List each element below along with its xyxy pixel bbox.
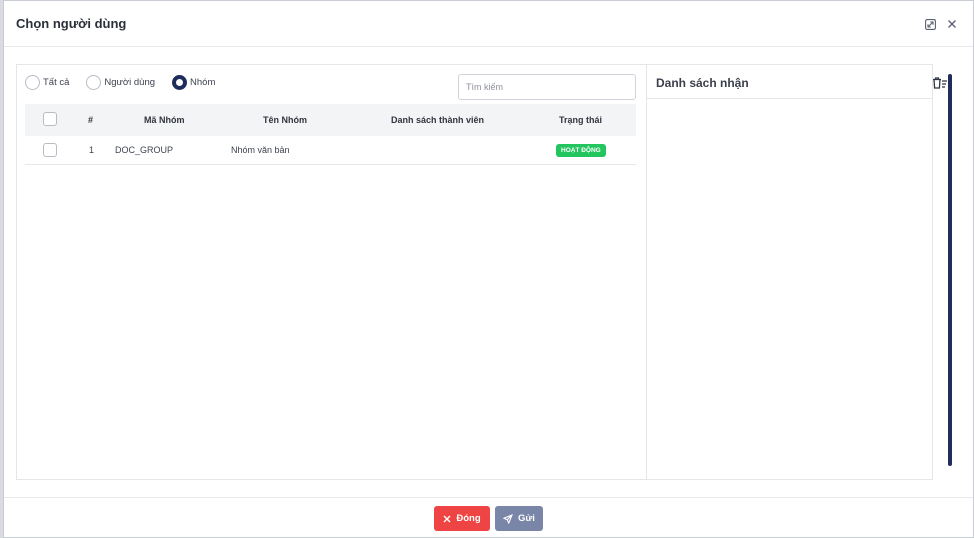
- send-button[interactable]: Gửi: [495, 506, 543, 531]
- column-header-index: #: [88, 115, 94, 125]
- radio-users-circle[interactable]: [86, 74, 102, 90]
- dialog-footer: Đóng Gửi: [4, 497, 973, 537]
- group-table: # Mã Nhóm Tên Nhóm Danh sách thành viên …: [25, 104, 636, 165]
- row-index: 1: [89, 145, 95, 155]
- recipient-list-title: Danh sách nhận: [656, 76, 749, 90]
- radio-groups-label: Nhóm: [190, 76, 216, 88]
- close-button[interactable]: Đóng: [434, 506, 490, 531]
- filter-radio-group: Tất cả Người dùng Nhóm: [25, 74, 232, 90]
- row-checkbox[interactable]: [43, 143, 57, 157]
- table-row[interactable]: 1 DOC_GROUP Nhóm văn bản HOẠT ĐỘNG: [25, 136, 636, 165]
- radio-users-label: Người dùng: [104, 76, 156, 88]
- radio-groups-circle[interactable]: [172, 74, 188, 90]
- radio-all-circle[interactable]: [25, 74, 40, 90]
- column-header-group-code[interactable]: Mã Nhóm: [144, 104, 185, 136]
- dialog-header: Chọn người dùng: [4, 1, 973, 47]
- recipient-panel: Danh sách nhận: [646, 64, 952, 480]
- recipient-scrollbar[interactable]: [948, 74, 952, 466]
- send-button-label: Gửi: [518, 513, 535, 524]
- trash-list-icon[interactable]: [932, 76, 948, 89]
- select-all-checkbox[interactable]: [43, 112, 57, 126]
- close-button-label: Đóng: [456, 513, 481, 524]
- search-input[interactable]: [458, 74, 636, 100]
- radio-all-label: Tất cả: [43, 76, 70, 88]
- select-user-dialog: Chọn người dùng Tất cả Người dùng Nhóm T…: [3, 0, 974, 538]
- row-group-name: Nhóm văn bản: [231, 145, 290, 155]
- selection-panel: Tất cả Người dùng Nhóm # Mã Nhóm Tên Nhó…: [16, 64, 647, 480]
- row-group-code: DOC_GROUP: [115, 145, 174, 155]
- column-header-status[interactable]: Trạng thái: [559, 104, 602, 136]
- send-icon: [503, 513, 514, 524]
- column-header-group-name[interactable]: Tên Nhóm: [263, 104, 307, 136]
- x-icon: [443, 515, 451, 522]
- dialog-title: Chọn người dùng: [16, 16, 127, 31]
- close-icon[interactable]: [945, 17, 959, 31]
- radio-groups[interactable]: Nhóm: [172, 74, 216, 90]
- table-header: # Mã Nhóm Tên Nhóm Danh sách thành viên …: [25, 104, 636, 136]
- recipient-panel-header: Danh sách nhận: [647, 65, 952, 466]
- expand-icon[interactable]: [923, 17, 937, 31]
- column-header-members[interactable]: Danh sách thành viên: [391, 104, 484, 136]
- status-badge: HOẠT ĐỘNG: [556, 144, 606, 157]
- radio-users[interactable]: Người dùng: [86, 74, 156, 90]
- radio-all[interactable]: Tất cả: [25, 74, 70, 90]
